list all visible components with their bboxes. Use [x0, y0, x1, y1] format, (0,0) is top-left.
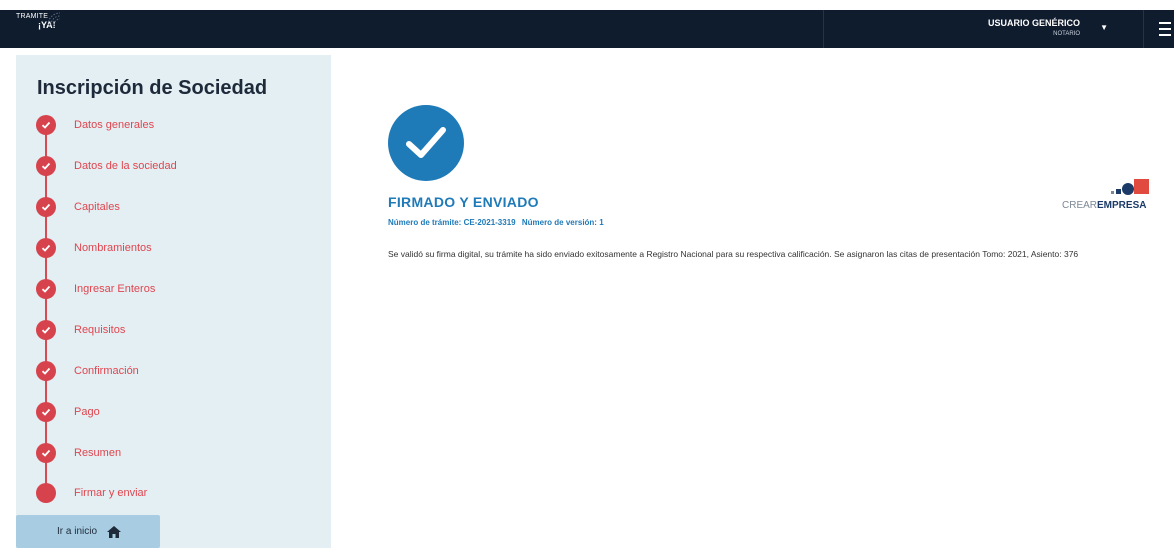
step-done-icon [36, 197, 56, 217]
hamburger-menu-icon[interactable] [1143, 10, 1174, 48]
steps-sidebar: Inscripción de Sociedad Datos generales … [16, 55, 331, 548]
step-done-icon [36, 443, 56, 463]
confirmation-message: Se validó su firma digital, su trámite h… [388, 249, 1079, 259]
step-label: Pago [74, 406, 100, 418]
step-done-icon [36, 238, 56, 258]
home-icon [107, 525, 121, 543]
go-home-label: Ir a inicio [57, 526, 98, 537]
chevron-down-icon[interactable]: ▼ [1100, 23, 1108, 32]
step-done-icon [36, 115, 56, 135]
step-label: Resumen [74, 447, 122, 459]
success-check-icon [388, 105, 464, 181]
step-label: Confirmación [74, 365, 139, 377]
step-label: Datos de la sociedad [74, 160, 177, 172]
brand-shapes-icon [1111, 179, 1149, 195]
step-done-icon [36, 361, 56, 381]
logo-signal-icon [47, 12, 61, 26]
go-home-button[interactable]: Ir a inicio [16, 515, 160, 548]
step-done-icon [36, 402, 56, 422]
step-done-icon [36, 156, 56, 176]
crear-empresa-logo: CREAREMPRESA [1062, 178, 1160, 212]
version-number: Número de versión: 1 [521, 218, 604, 227]
user-role: NOTARIO [1053, 31, 1080, 37]
status-title: FIRMADO Y ENVIADO [388, 194, 539, 210]
brand-text-part2: EMPRESA [1097, 200, 1147, 211]
step-done-icon [36, 279, 56, 299]
brand-text: CREAREMPRESA [1062, 200, 1146, 211]
step-label: Firmar y enviar [74, 487, 148, 499]
user-menu[interactable]: USUARIO GENÉRICO NOTARIO ▼ [823, 10, 1144, 48]
steps-progress-line [45, 125, 47, 493]
step-label: Capitales [74, 201, 120, 213]
tramite-number: Número de trámite: CE-2021-3319 [388, 218, 516, 227]
sidebar-title: Inscripción de Sociedad [37, 77, 268, 99]
step-current-icon [36, 483, 56, 503]
tramite-meta: Número de trámite: CE-2021-3319 Número d… [388, 218, 608, 227]
step-label: Datos generales [74, 119, 155, 131]
app-logo[interactable]: TRAMITE ¡YA! [16, 12, 61, 30]
top-bar: TRAMITE ¡YA! USUARIO GENÉRICO NOTARIO ▼ [0, 10, 1174, 48]
step-done-icon [36, 320, 56, 340]
step-label: Nombramientos [74, 242, 152, 254]
brand-text-part1: CREAR [1062, 200, 1098, 211]
step-label: Requisitos [74, 324, 126, 336]
step-label: Ingresar Enteros [74, 283, 156, 295]
user-name: USUARIO GENÉRICO [987, 18, 1080, 28]
